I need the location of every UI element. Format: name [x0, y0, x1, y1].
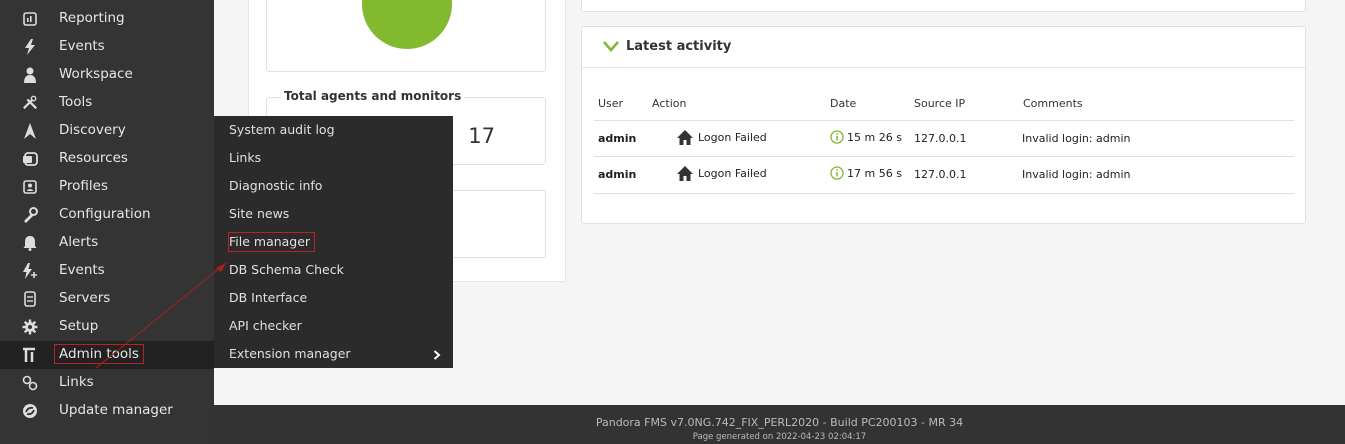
update-icon — [22, 403, 38, 419]
sidebar-item-label: Events — [59, 38, 105, 54]
chevron-down-icon[interactable] — [602, 38, 620, 57]
sidebar-item-label: Events — [59, 262, 105, 278]
sidebar-item-admin-tools[interactable]: Admin tools — [0, 341, 214, 369]
sidebar-item-label: Discovery — [59, 122, 126, 138]
agents-monitors-count: 17 — [468, 124, 495, 148]
top-right-card — [581, 0, 1306, 12]
reporting-icon — [22, 11, 38, 27]
footer: Pandora FMS v7.0NG.742_FIX_PERL2020 - Bu… — [214, 405, 1345, 444]
home-icon — [677, 166, 693, 181]
footer-generated: Page generated on 2022-04-23 02:04:17 — [692, 432, 867, 442]
sidebar-item-resources[interactable]: Resources — [0, 145, 214, 173]
latest-activity-card: Latest activity User Action Date Source … — [581, 26, 1306, 224]
sidebar-item-configuration[interactable]: Configuration — [0, 201, 214, 229]
table-row: admin Logon Failed 17 m 56 s 127.0.0.1 I… — [594, 156, 1294, 194]
sidebar-item-label: Admin tools — [54, 344, 144, 364]
column-header-action: Action — [652, 97, 687, 110]
row-date-label: 17 m 56 s — [847, 166, 902, 180]
sidebar-item-reporting[interactable]: Reporting — [0, 5, 214, 33]
row-user: admin — [598, 132, 637, 145]
row-source-ip: 127.0.0.1 — [914, 132, 967, 145]
sidebar-item-alerts[interactable]: Alerts — [0, 229, 214, 257]
sidebar-item-label: Alerts — [59, 234, 99, 250]
sidebar-item-update-manager[interactable]: Update manager — [0, 397, 214, 425]
submenu-item-site-news[interactable]: Site news — [229, 205, 289, 223]
column-header-source-ip: Source IP — [914, 97, 966, 110]
submenu-item-file-manager[interactable]: File manager — [227, 232, 316, 252]
chevron-right-icon — [433, 349, 441, 364]
sidebar-item-label: Resources — [59, 150, 128, 166]
row-date-label: 15 m 26 s — [847, 130, 902, 144]
sidebar-item-label: Tools — [59, 94, 93, 110]
sidebar-item-tools[interactable]: Tools — [0, 89, 214, 117]
row-comment: Invalid login: admin — [1022, 168, 1131, 181]
table-row: admin Logon Failed 15 m 26 s 127.0.0.1 I… — [594, 120, 1294, 157]
row-date: 17 m 56 s — [830, 166, 902, 180]
admin-tools-icon — [22, 347, 38, 363]
sidebar-item-label: Setup — [59, 318, 99, 334]
row-action: Logon Failed — [676, 129, 767, 146]
row-date: 15 m 26 s — [830, 130, 902, 144]
row-action-label: Logon Failed — [698, 167, 767, 180]
gear-icon — [22, 319, 38, 335]
submenu-item-links[interactable]: Links — [229, 149, 261, 167]
user-icon — [22, 67, 38, 83]
server-icon — [22, 291, 38, 307]
lightning-plus-icon — [22, 263, 38, 279]
latest-activity-header[interactable]: Latest activity — [582, 27, 1305, 68]
row-action-label: Logon Failed — [698, 131, 767, 144]
sidebar-item-events[interactable]: Events — [0, 33, 214, 61]
sidebar-item-profiles[interactable]: Profiles — [0, 173, 214, 201]
admin-tools-submenu: System audit log Links Diagnostic info S… — [214, 116, 453, 368]
sidebar-item-discovery[interactable]: Discovery — [0, 117, 214, 145]
sidebar: Reporting Events Workspace Tools Discove… — [0, 0, 214, 444]
footer-version: Pandora FMS v7.0NG.742_FIX_PERL2020 - Bu… — [595, 416, 964, 429]
profile-icon — [22, 179, 38, 195]
tools-icon — [22, 95, 38, 111]
agents-monitors-title: Total agents and monitors — [281, 89, 465, 103]
lightning-icon — [22, 39, 38, 55]
submenu-item-diagnostic-info[interactable]: Diagnostic info — [229, 177, 322, 195]
wrench-icon — [22, 207, 38, 223]
latest-activity-title: Latest activity — [626, 39, 732, 54]
sidebar-item-servers[interactable]: Servers — [0, 285, 214, 313]
column-header-user: User — [598, 97, 624, 110]
sidebar-item-label: Reporting — [59, 10, 125, 26]
home-icon — [677, 130, 693, 145]
row-action: Logon Failed — [676, 165, 767, 182]
pie-chart-card — [266, 0, 546, 72]
discovery-icon — [22, 123, 38, 139]
sidebar-item-links[interactable]: Links — [0, 369, 214, 397]
sidebar-item-label: Links — [59, 374, 94, 390]
link-icon — [22, 375, 38, 391]
submenu-item-api-checker[interactable]: API checker — [229, 317, 302, 335]
sidebar-item-label: Profiles — [59, 178, 109, 194]
submenu-item-extension-manager[interactable]: Extension manager — [229, 345, 351, 363]
submenu-item-system-audit-log[interactable]: System audit log — [229, 121, 335, 139]
column-header-date: Date — [830, 97, 857, 110]
info-icon — [830, 130, 844, 144]
row-source-ip: 127.0.0.1 — [914, 168, 967, 181]
resources-icon — [22, 151, 38, 167]
sidebar-item-label: Update manager — [59, 402, 173, 418]
status-pie-chart — [362, 0, 452, 49]
row-comment: Invalid login: admin — [1022, 132, 1131, 145]
sidebar-item-label: Servers — [59, 290, 111, 306]
row-user: admin — [598, 168, 637, 181]
info-icon — [830, 166, 844, 180]
column-header-comments: Comments — [1023, 97, 1083, 110]
sidebar-item-workspace[interactable]: Workspace — [0, 61, 214, 89]
sidebar-item-events-2[interactable]: Events — [0, 257, 214, 285]
submenu-item-db-schema-check[interactable]: DB Schema Check — [229, 261, 344, 279]
bell-icon — [22, 235, 38, 251]
submenu-item-db-interface[interactable]: DB Interface — [229, 289, 307, 307]
sidebar-item-setup[interactable]: Setup — [0, 313, 214, 341]
sidebar-item-label: Configuration — [59, 206, 151, 222]
sidebar-item-label: Workspace — [59, 66, 133, 82]
